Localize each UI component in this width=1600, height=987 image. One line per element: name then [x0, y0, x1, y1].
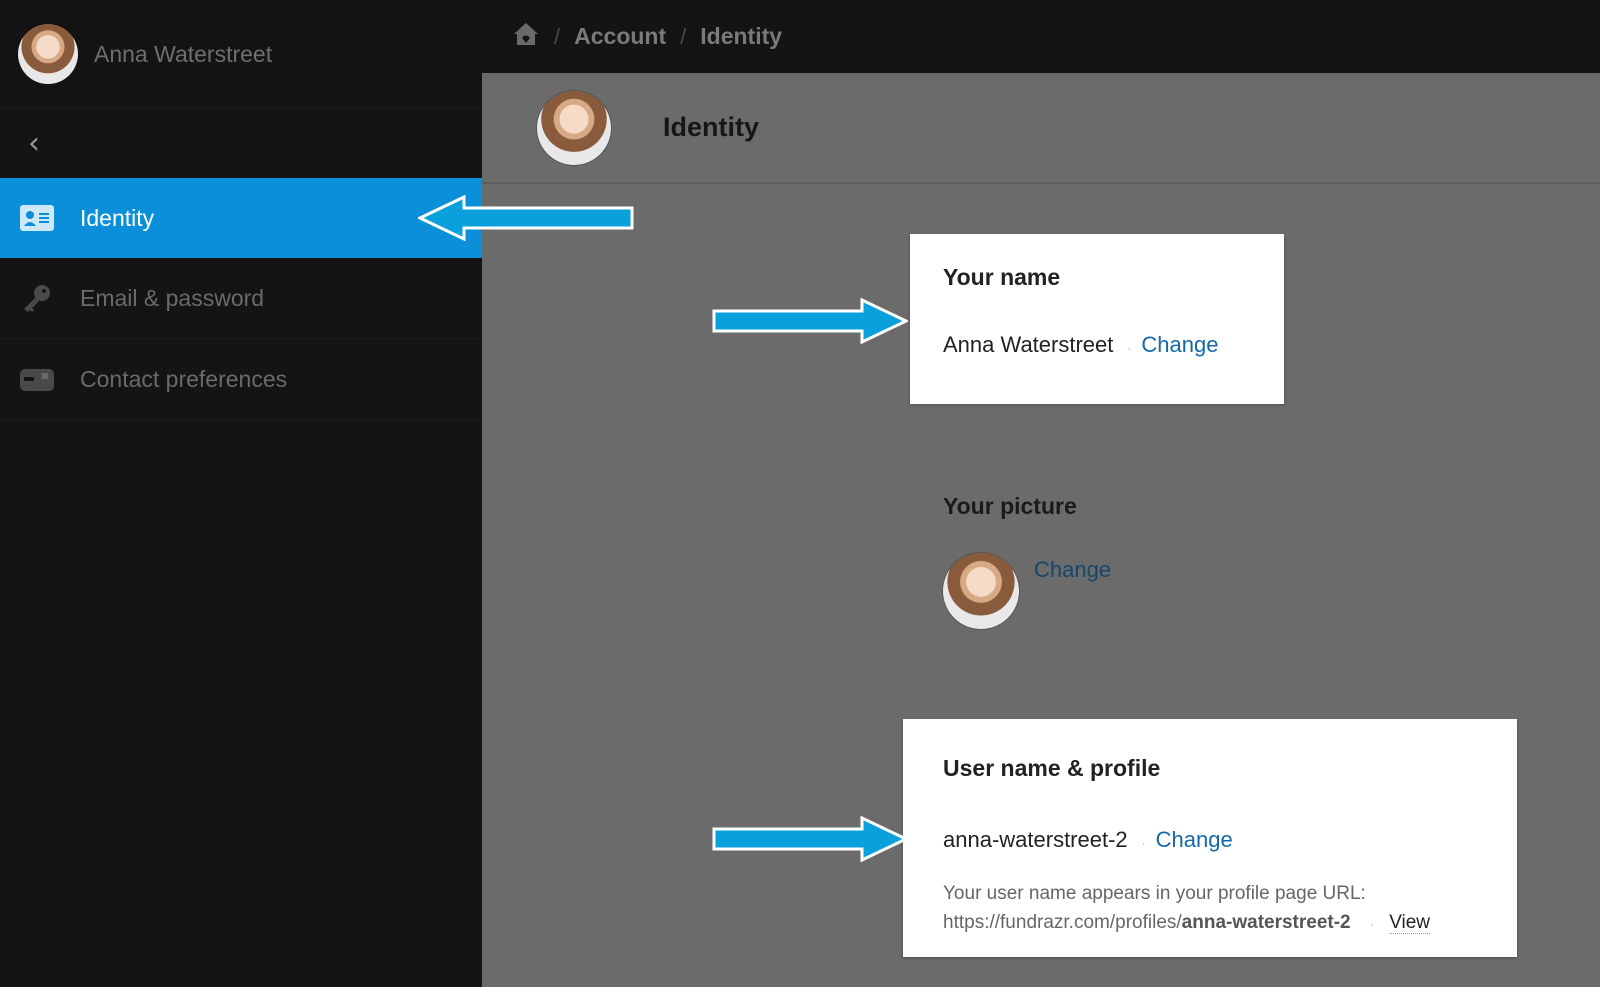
chevron-left-icon: ‹ [28, 126, 40, 161]
collapse-sidebar-button[interactable]: ‹ [0, 109, 482, 178]
arrow-right-icon [712, 815, 908, 863]
separator-dot: · [1369, 917, 1374, 931]
mailbox-icon [20, 366, 54, 392]
sidebar: Anna Waterstreet ‹ Identity Email & pass… [0, 0, 482, 987]
sidebar-item-label: Identity [80, 204, 155, 231]
name-value: Anna Waterstreet [943, 332, 1114, 357]
view-profile-link[interactable]: View [1389, 912, 1431, 934]
id-card-icon [20, 205, 54, 231]
change-name-link[interactable]: Change [1141, 332, 1218, 358]
username-note-text: Your user name appears in your profile p… [943, 883, 1366, 904]
page-title: Identity [663, 112, 760, 142]
sidebar-item-identity[interactable]: Identity [0, 178, 482, 258]
change-picture-link[interactable]: Change [1034, 557, 1111, 583]
separator-dot: · [1127, 341, 1132, 355]
profile-picture [943, 553, 1019, 629]
key-icon [20, 285, 54, 312]
sidebar-item-label: Contact preferences [80, 365, 288, 392]
sidebar-item-email-password[interactable]: Email & password [0, 258, 482, 339]
profile-url-prefix: https://fundrazr.com/profiles/ [943, 912, 1182, 933]
sidebar-user[interactable]: Anna Waterstreet [0, 0, 482, 109]
arrow-right-icon [712, 297, 908, 345]
username-value: anna-waterstreet-2 [943, 827, 1128, 852]
username-note: Your user name appears in your profile p… [943, 879, 1431, 939]
username-row: anna-waterstreet-2 · Change [943, 827, 1233, 853]
page-header: Identity [482, 73, 1600, 184]
username-section-title: User name & profile [943, 755, 1161, 781]
sidebar-item-contact-preferences[interactable]: Contact preferences [0, 339, 482, 420]
name-row: Anna Waterstreet · Change [943, 332, 1218, 358]
breadcrumb-separator: / [680, 23, 687, 49]
profile-url-line: https://fundrazr.com/profiles/anna-water… [943, 908, 1431, 939]
separator-dot: · [1141, 836, 1146, 850]
sidebar-item-label: Email & password [80, 284, 265, 311]
arrow-left-icon [418, 194, 634, 242]
name-card: Your name Anna Waterstreet · Change [910, 234, 1284, 404]
picture-section-title: Your picture [943, 493, 1077, 519]
avatar [537, 90, 611, 165]
avatar [18, 24, 78, 84]
breadcrumb-separator: / [554, 23, 561, 49]
username-card: User name & profile anna-waterstreet-2 ·… [903, 719, 1517, 957]
breadcrumb-account[interactable]: Account [574, 23, 666, 50]
home-icon[interactable] [512, 21, 540, 52]
name-section-title: Your name [943, 264, 1061, 290]
breadcrumb: / Account / Identity [482, 0, 1600, 73]
profile-url-slug: anna-waterstreet-2 [1181, 912, 1351, 933]
sidebar-user-name: Anna Waterstreet [94, 40, 273, 67]
breadcrumb-identity: Identity [700, 23, 783, 49]
change-username-link[interactable]: Change [1156, 827, 1233, 853]
